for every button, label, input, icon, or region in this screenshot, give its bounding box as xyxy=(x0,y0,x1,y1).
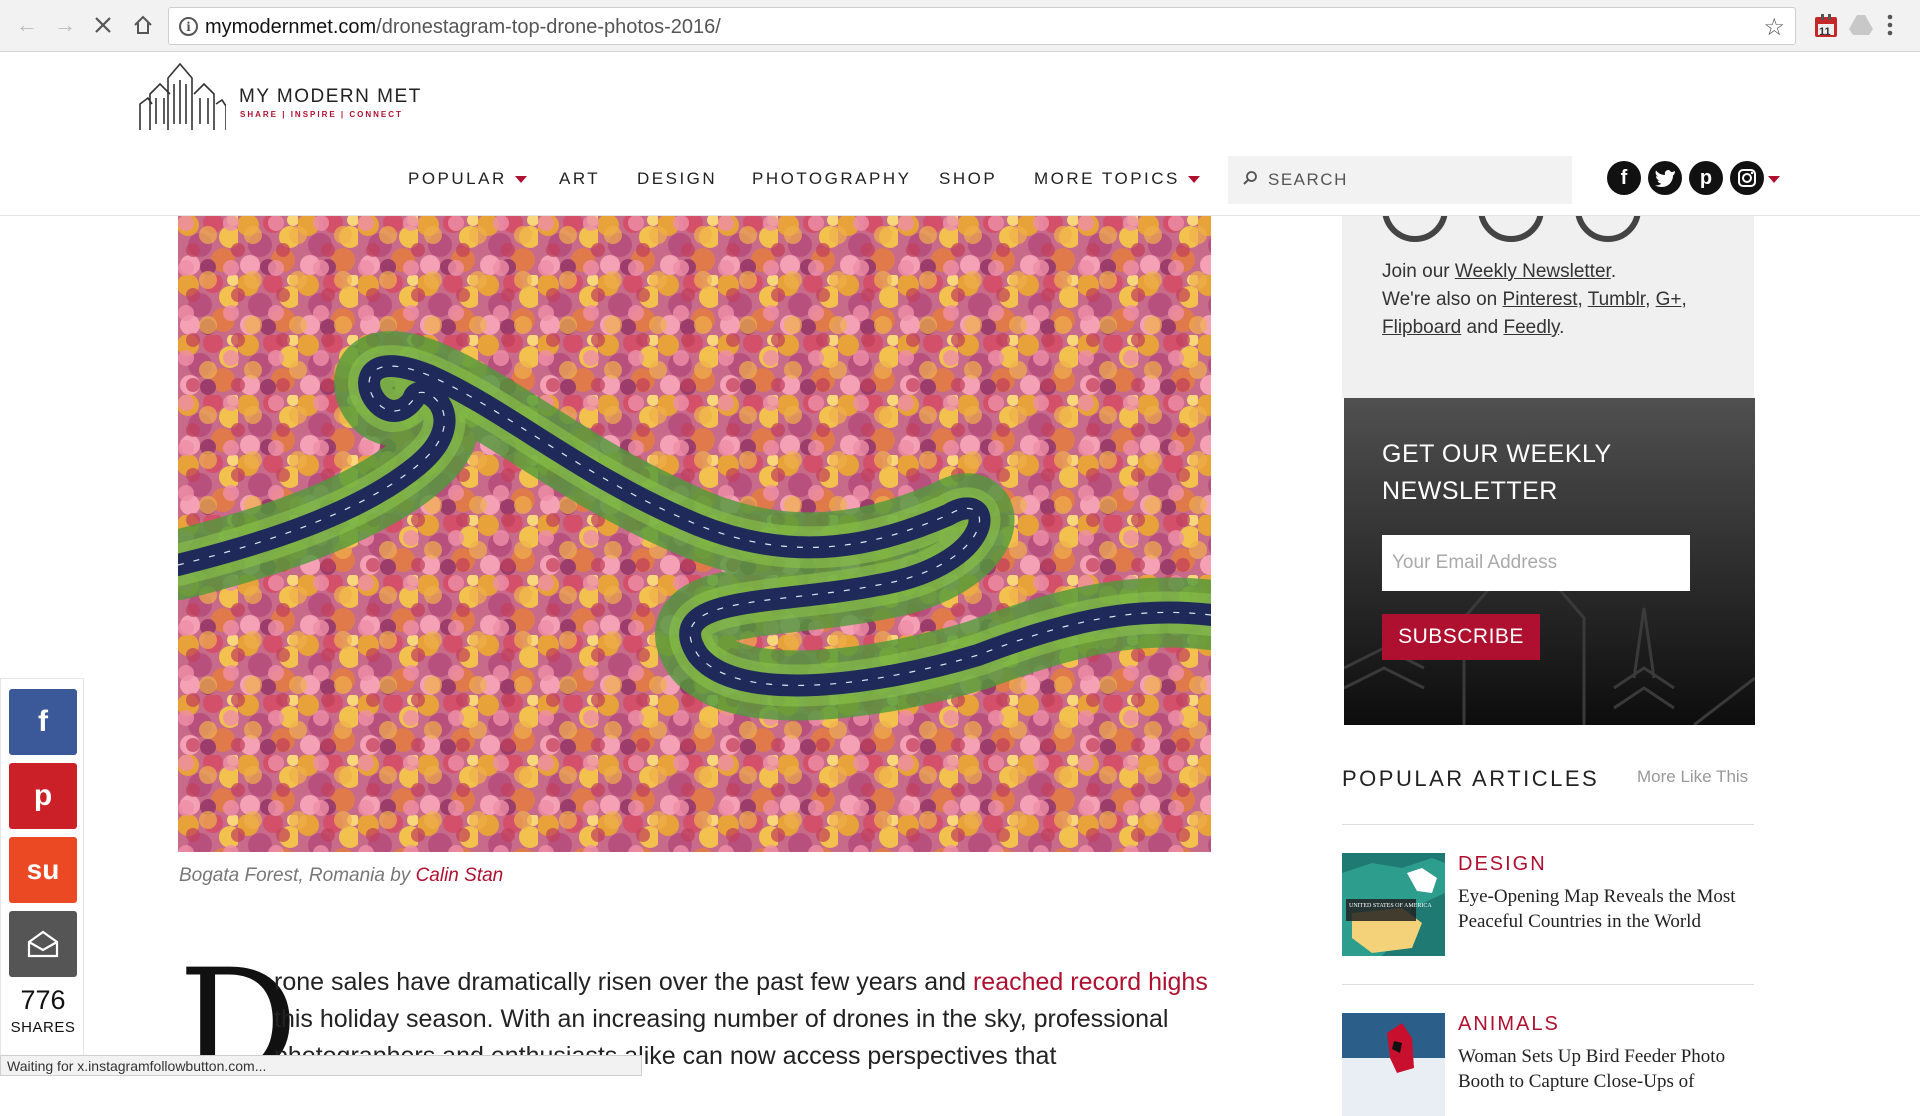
url-path: /dronestagram-top-drone-photos-2016/ xyxy=(376,16,721,38)
logo-title: MY MODERN MET xyxy=(239,86,422,107)
drive-extension-icon[interactable] xyxy=(1848,12,1876,40)
join-prefix: Join our xyxy=(1382,261,1455,282)
caption-text: Bogata Forest, Romania by xyxy=(179,865,416,886)
email-field[interactable] xyxy=(1382,535,1690,591)
more-like-this-link[interactable]: More Like This xyxy=(1637,767,1748,787)
facebook-share-button[interactable]: f xyxy=(9,689,77,755)
share-count: 776 xyxy=(20,985,66,1015)
thumb-label: UNITED STATES OF AMERICA xyxy=(1349,903,1432,909)
facebook-icon: f xyxy=(38,705,48,738)
record-highs-link[interactable]: reached record highs xyxy=(973,968,1208,996)
stumbleupon-icon: su xyxy=(26,854,60,885)
divider xyxy=(1342,824,1754,825)
newsletter-box: GET OUR WEEKLY NEWSLETTER SUBSCRIBE xyxy=(1344,398,1755,725)
social-dropdown-icon[interactable] xyxy=(1768,176,1780,183)
browser-toolbar: ← → i mymodernmet.com/dronestagram-top-d… xyxy=(0,0,1920,52)
divider xyxy=(1342,984,1754,985)
forward-arrow-icon[interactable]: → xyxy=(50,10,80,40)
caret-down-icon xyxy=(1187,176,1200,184)
calendar-extension-icon[interactable]: 11 xyxy=(1812,12,1840,40)
search-icon xyxy=(1243,171,1257,185)
stumbleupon-share-button[interactable]: su xyxy=(9,837,77,903)
image-caption: Bogata Forest, Romania by Calin Stan xyxy=(179,865,503,887)
article-category[interactable]: DESIGN xyxy=(1458,853,1547,876)
search-box[interactable] xyxy=(1228,156,1572,204)
forest-road-photo xyxy=(178,215,1211,852)
search-input[interactable] xyxy=(1268,168,1558,192)
flipboard-line: Flipboard and Feedly. xyxy=(1382,317,1565,338)
weekly-newsletter-link[interactable]: Weekly Newsletter xyxy=(1455,261,1611,282)
article-hero-image[interactable] xyxy=(178,215,1211,852)
body-text-1: rone sales have dramatically risen over … xyxy=(274,968,973,996)
flipboard-link[interactable]: Flipboard xyxy=(1382,317,1461,338)
nav-art[interactable]: ART xyxy=(559,169,600,189)
article-thumbnail-map[interactable]: UNITED STATES OF AMERICA xyxy=(1342,853,1445,956)
back-arrow-icon[interactable]: ← xyxy=(12,10,42,40)
caption-author-link[interactable]: Calin Stan xyxy=(416,865,504,886)
bookmark-star-icon[interactable]: ☆ xyxy=(1763,13,1785,42)
tumblr-link[interactable]: Tumblr xyxy=(1588,289,1645,310)
join-suffix: . xyxy=(1610,261,1617,282)
pinterest-icon[interactable]: p xyxy=(1689,161,1723,195)
nav-more-topics[interactable]: MORE TOPICS xyxy=(1034,169,1200,189)
twitter-icon[interactable] xyxy=(1648,161,1682,195)
join-line: Join our Weekly Newsletter. xyxy=(1382,261,1616,283)
also-prefix: We're also on xyxy=(1382,289,1503,310)
popular-articles-heading: POPULAR ARTICLES xyxy=(1342,766,1600,791)
envelope-icon xyxy=(27,930,59,958)
subscribe-button[interactable]: SUBSCRIBE xyxy=(1382,614,1540,660)
pinterest-share-button[interactable]: p xyxy=(9,763,77,829)
email-share-button[interactable] xyxy=(9,911,77,977)
share-label: SHARES xyxy=(10,1019,76,1036)
gplus-link[interactable]: G+ xyxy=(1656,289,1682,310)
home-icon[interactable] xyxy=(128,10,158,40)
address-url[interactable]: mymodernmet.com/dronestagram-top-drone-p… xyxy=(205,16,721,39)
status-bar: Waiting for x.instagramfollowbutton.com.… xyxy=(0,1055,642,1076)
main-navigation: POPULAR ART DESIGN PHOTOGRAPHY SHOP MORE… xyxy=(0,140,1920,216)
logo-tagline: SHARE | INSPIRE | CONNECT xyxy=(240,110,403,119)
nav-design[interactable]: DESIGN xyxy=(637,169,717,189)
facebook-icon[interactable]: f xyxy=(1607,161,1641,195)
nav-more-topics-label: MORE TOPICS xyxy=(1034,169,1180,188)
follow-box: Join our Weekly Newsletter. We're also o… xyxy=(1342,176,1754,398)
also-line: We're also on Pinterest, Tumblr, G+, xyxy=(1382,289,1687,310)
article-category[interactable]: ANIMALS xyxy=(1458,1013,1560,1036)
extension-badge: 11 xyxy=(1819,26,1831,38)
site-logo[interactable]: MY MODERN MET SHARE | INSPIRE | CONNECT xyxy=(138,60,448,132)
menu-dots-icon[interactable] xyxy=(1886,12,1914,40)
article-thumbnail-bird[interactable] xyxy=(1342,1013,1445,1116)
logo-buildings-icon xyxy=(139,62,226,130)
article-title[interactable]: Woman Sets Up Bird Feeder Photo Booth to… xyxy=(1458,1044,1758,1094)
nav-shop[interactable]: SHOP xyxy=(939,169,997,189)
caret-down-icon xyxy=(514,176,527,184)
nav-popular-label: POPULAR xyxy=(408,169,507,188)
pinterest-icon: p xyxy=(33,779,53,812)
address-bar[interactable]: i mymodernmet.com/dronestagram-top-drone… xyxy=(168,7,1796,45)
nav-photography[interactable]: PHOTOGRAPHY xyxy=(752,169,911,189)
newsletter-title: GET OUR WEEKLY NEWSLETTER xyxy=(1382,440,1612,505)
stop-loading-icon[interactable] xyxy=(88,10,118,40)
url-host: mymodernmet.com xyxy=(205,16,377,38)
share-bar: f p su 776 SHARES xyxy=(0,678,84,1056)
and-text: and xyxy=(1461,317,1504,338)
pinterest-link[interactable]: Pinterest xyxy=(1503,289,1578,310)
feedly-link[interactable]: Feedly xyxy=(1503,317,1559,338)
article-title[interactable]: Eye-Opening Map Reveals the Most Peacefu… xyxy=(1458,884,1758,934)
nav-popular[interactable]: POPULAR xyxy=(408,169,527,189)
site-info-icon[interactable]: i xyxy=(179,17,198,36)
instagram-icon[interactable] xyxy=(1730,161,1764,195)
